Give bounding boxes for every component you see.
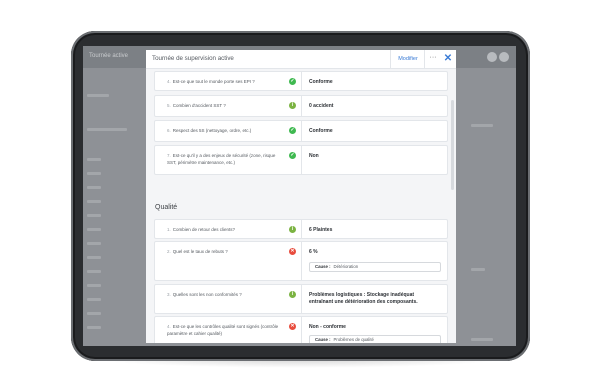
cause-field[interactable]: Cause : Détérioration [309,262,441,272]
supervision-modal: Tournée de supervision active Modifier ·… [146,50,456,343]
edit-button[interactable]: Modifier [390,50,425,68]
question-text: Respect des 5S (nettoyage, ordre, etc.) [172,128,252,133]
background-title: Tournée active [89,53,129,59]
modal-header: Tournée de supervision active Modifier ·… [146,50,456,69]
info-circle-icon: i [289,226,296,233]
answer-text: Conforme [309,79,333,85]
background-side-panel [455,68,516,346]
modal-body: 4. Est-ce que tout le monde porte ses EPI… [146,69,456,343]
more-options-button[interactable]: ··· [424,50,441,68]
background-list [83,68,145,346]
check-circle-icon: ✓ [289,78,296,85]
answer-text: 0 accident [309,103,334,109]
cause-label: Cause : [315,337,331,342]
answer-text: Non [309,153,319,159]
modal-title: Tournée de supervision active [152,55,234,62]
question-text: Est-ce que tout le monde porte ses EPI ? [172,79,255,84]
scrollbar-thumb[interactable] [451,100,454,190]
check-circle-icon: ✓ [289,127,296,134]
question-text: Quel est le taux de rebuts ? [172,249,228,254]
x-circle-icon: ✕ [289,323,296,330]
question-row: 7. Est-ce qu'il y a des enjeux de sécurit… [154,145,448,175]
cause-value: Détérioration [333,264,359,269]
question-row: 1. Combien de retour des clients? i 6 Pla… [154,219,448,239]
question-text: Est-ce que les contrôles qualité sont si… [167,324,279,336]
question-text: Combien de retour des clients? [172,227,236,232]
section-title: Qualité [155,204,178,211]
check-circle-icon: ✓ [289,152,296,159]
question-row: 2. Quel est le taux de rebuts ? ✕ 6 % Cau… [154,241,448,281]
close-icon[interactable]: ✕ [440,50,456,68]
cause-label: Cause : [315,264,331,269]
question-row: 6. Respect des 5S (nettoyage, ordre, etc.… [154,120,448,142]
x-circle-icon: ✕ [289,248,296,255]
answer-text: Problèmes logistiques : Stockage inadéqu… [309,292,418,305]
question-row: 4. Est-ce que tout le monde porte ses EPI… [154,71,448,91]
question-text: Quelles sont les non conformités ? [172,292,242,297]
answer-text: Conforme [309,128,333,134]
question-row: 5. Combien d'accident SST ? i 0 accident [154,95,448,117]
avatar [487,52,497,62]
question-text: Combien d'accident SST ? [172,103,226,108]
info-circle-icon: i [289,102,296,109]
answer-text: 6 % [309,249,318,255]
question-text: Est-ce qu'il y a des enjeux de sécurité … [167,153,276,165]
question-row: 3. Quelles sont les non conformités ? i P… [154,284,448,314]
answer-text: 6 Plaintes [309,227,333,233]
answer-text: Non - conforme [309,324,346,330]
avatar [499,52,509,62]
cause-value: Problèmes de qualité [333,337,374,342]
cause-field[interactable]: Cause : Problèmes de qualité [309,335,441,343]
info-circle-icon: i [289,291,296,298]
question-row: 4. Est-ce que les contrôles qualité sont … [154,316,448,343]
